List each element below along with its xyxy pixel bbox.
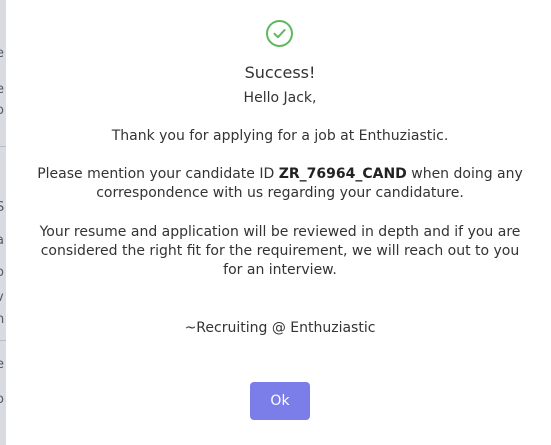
- candidate-id-value: ZR_76964_CAND: [278, 166, 407, 182]
- check-circle-icon: [266, 20, 293, 47]
- modal-title: Success!: [244, 63, 316, 82]
- thanks-text: Thank you for applying for a job at Enth…: [111, 128, 449, 144]
- candidate-id-paragraph: Please mention your candidate ID ZR_7696…: [30, 165, 530, 203]
- success-modal: Success! Hello Jack, Thank you for apply…: [6, 0, 551, 445]
- review-paragraph: Your resume and application will be revi…: [39, 224, 521, 278]
- greeting-text: Hello Jack,: [243, 90, 317, 106]
- candidate-id-prefix: Please mention your candidate ID: [37, 166, 275, 182]
- ok-button[interactable]: Ok: [250, 382, 310, 420]
- signature-text: ~Recruiting @ Enthuziastic: [184, 320, 376, 336]
